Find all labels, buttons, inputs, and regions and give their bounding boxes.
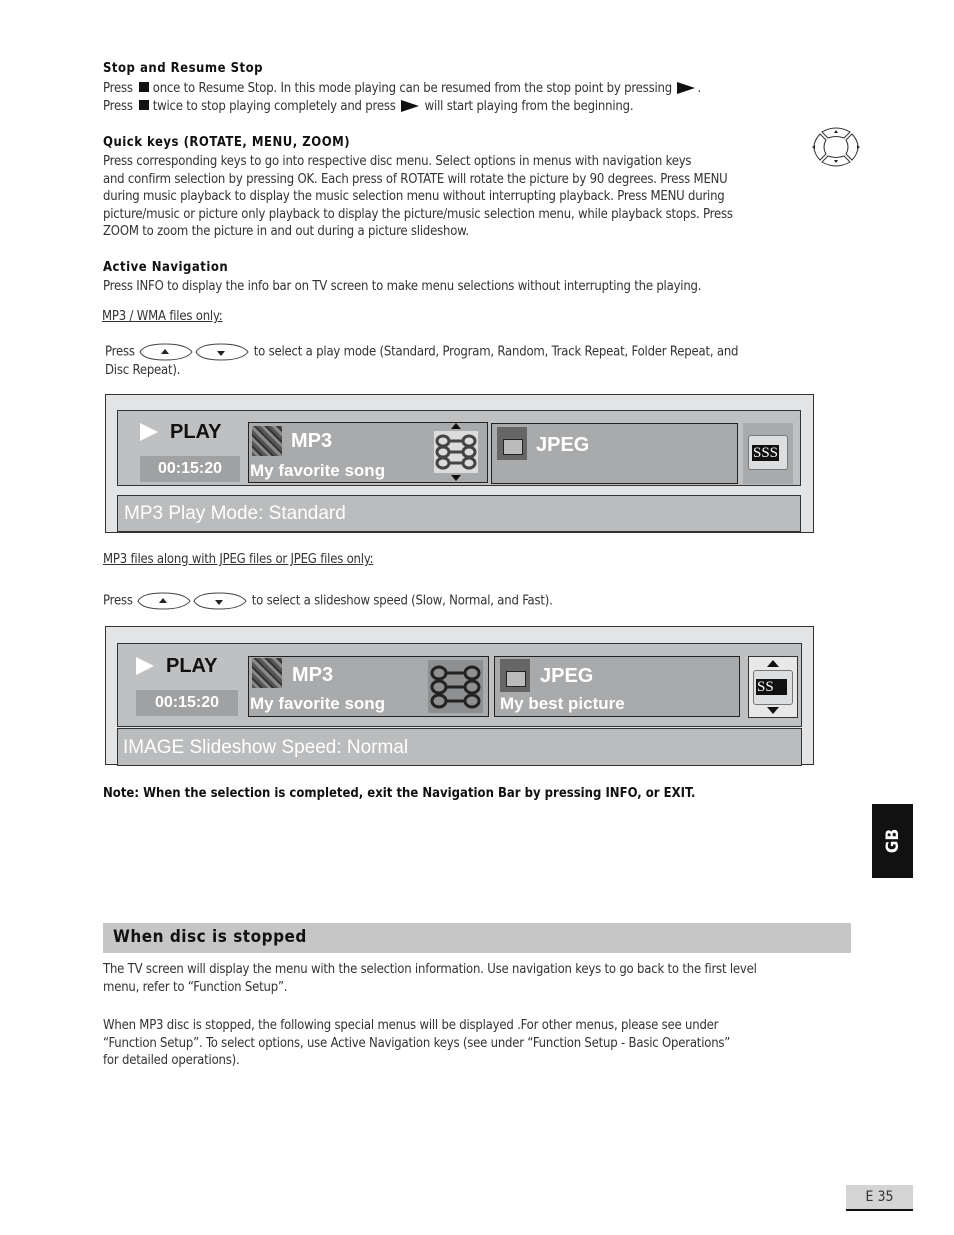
text: twice to stop playing completely and pre… [152, 99, 396, 114]
elapsed-time: 00:15:20 [140, 456, 240, 482]
play-icon [677, 82, 696, 94]
elapsed-time: 00:15:20 [136, 690, 238, 716]
song-title: My favorite song [250, 694, 386, 713]
text-line: and confirm selection by pressing OK. Ea… [103, 171, 728, 187]
speed-panel[interactable]: SS [748, 656, 798, 718]
mp3-press-line: Press to select a play mode (Standard, P… [105, 341, 738, 363]
text-line: for detailed operations). [103, 1053, 240, 1068]
disc-stopped-para-2: When MP3 disc is stopped, the following … [103, 1017, 730, 1070]
text: Press [105, 344, 135, 360]
stop-resume-line-1: Press once to Resume Stop. In this mode p… [103, 80, 701, 98]
status-text: IMAGE Slideshow Speed: Normal [123, 737, 409, 758]
text-line: ZOOM to zoom the picture in and out duri… [103, 224, 469, 239]
speed-badge: SSS [752, 445, 780, 461]
text: Press [103, 593, 133, 609]
mp3-panel[interactable]: MP3 My favorite song [248, 656, 489, 717]
mp3-thumbnail-icon [252, 658, 282, 688]
text: . [697, 81, 701, 96]
jpeg-folder-icon [500, 659, 530, 692]
disc-stopped-title: When disc is stopped [113, 927, 307, 947]
play-status: PLAY [166, 655, 218, 677]
arrow-down-icon[interactable] [767, 707, 779, 714]
osd-top-row: PLAY 00:15:20 MP3 My favorite song JPEG [117, 410, 801, 486]
jpeg-press-line: Press to select a slideshow speed (Slow,… [103, 590, 553, 612]
quick-keys-heading: Quick keys (ROTATE, MENU, ZOOM) [103, 135, 351, 150]
note-text: Note: When the selection is completed, e… [103, 786, 696, 801]
language-tab: GB [872, 804, 913, 878]
play-icon [136, 657, 154, 675]
jpeg-file-name: My best picture [500, 694, 625, 713]
text-line: “Function Setup”. To select options, use… [103, 1035, 731, 1051]
text-line: during music playback to display the mus… [103, 189, 725, 204]
text-line: menu, refer to “Function Setup”. [103, 979, 288, 995]
osd-status-bar: MP3 Play Mode: Standard [117, 495, 801, 532]
stop-resume-heading: Stop and Resume Stop [103, 61, 264, 76]
osd-info-bar-mp3: PLAY 00:15:20 MP3 My favorite song JPEG [105, 394, 814, 533]
mp3-press-line-2: Disc Repeat). [105, 363, 181, 378]
speed-badge: SS [756, 679, 787, 695]
text: once to Resume Stop. In this mode playin… [152, 81, 672, 96]
language-tab-label: GB [882, 828, 903, 854]
text: to select a slideshow speed (Slow, Norma… [251, 593, 553, 609]
arrow-up-icon[interactable] [767, 660, 779, 667]
play-icon [401, 100, 420, 112]
song-title: My favorite song [250, 461, 386, 480]
navigation-keys-icon [812, 127, 860, 167]
status-text: MP3 Play Mode: Standard [124, 503, 346, 524]
mp3-jpeg-heading: MP3 files along with JPEG files or JPEG … [103, 552, 374, 567]
play-mode-icon [428, 660, 483, 713]
jpeg-panel[interactable]: JPEG My best picture [494, 656, 740, 717]
mp3-thumbnail-icon [252, 426, 282, 456]
up-down-keys-icon [137, 592, 247, 610]
active-navigation-body: Press INFO to display the info bar on TV… [103, 279, 702, 294]
text: will start playing from the beginning. [424, 99, 634, 114]
text-line: The TV screen will display the menu with… [103, 962, 757, 977]
quick-keys-body: Press corresponding keys to go into resp… [103, 153, 863, 241]
disc-stopped-header: When disc is stopped [103, 923, 851, 953]
speed-panel[interactable]: SSS [743, 423, 793, 484]
text-line: When MP3 disc is stopped, the following … [103, 1018, 719, 1033]
jpeg-label: JPEG [540, 665, 594, 687]
manual-page: Stop and Resume Stop Press once to Resume… [0, 0, 954, 1235]
mp3-label: MP3 [291, 430, 333, 452]
active-navigation-heading: Active Navigation [103, 260, 229, 275]
play-mode-icon [434, 431, 478, 473]
play-icon [140, 423, 158, 441]
osd-top-row: PLAY 00:15:20 MP3 My favorite song JPEG … [117, 643, 802, 727]
up-down-keys-icon [139, 343, 249, 361]
stop-resume-line-2: Press twice to stop playing completely an… [103, 98, 634, 116]
jpeg-folder-icon [497, 427, 527, 460]
mp3-panel[interactable]: MP3 My favorite song [248, 422, 488, 483]
mp3-label: MP3 [292, 664, 334, 686]
text-line: picture/music or picture only playback t… [103, 206, 733, 222]
play-status: PLAY [170, 421, 222, 443]
arrow-up-icon[interactable] [451, 423, 461, 429]
mp3-wma-heading: MP3 / WMA files only: [102, 309, 223, 324]
text: to select a play mode (Standard, Program… [253, 344, 739, 360]
text: Press [103, 99, 133, 114]
stop-icon [138, 82, 149, 92]
text-line: Press corresponding keys to go into resp… [103, 154, 692, 169]
text: Press [103, 81, 133, 96]
osd-info-bar-jpeg: PLAY 00:15:20 MP3 My favorite song JPEG … [105, 626, 814, 766]
arrow-down-icon[interactable] [451, 475, 461, 481]
stop-icon [138, 100, 149, 110]
disc-stopped-para-1: The TV screen will display the menu with… [103, 961, 757, 996]
jpeg-label: JPEG [536, 434, 590, 456]
osd-status-bar: IMAGE Slideshow Speed: Normal [117, 728, 802, 766]
jpeg-panel[interactable]: JPEG [491, 423, 738, 484]
page-number: E 35 [846, 1185, 913, 1211]
